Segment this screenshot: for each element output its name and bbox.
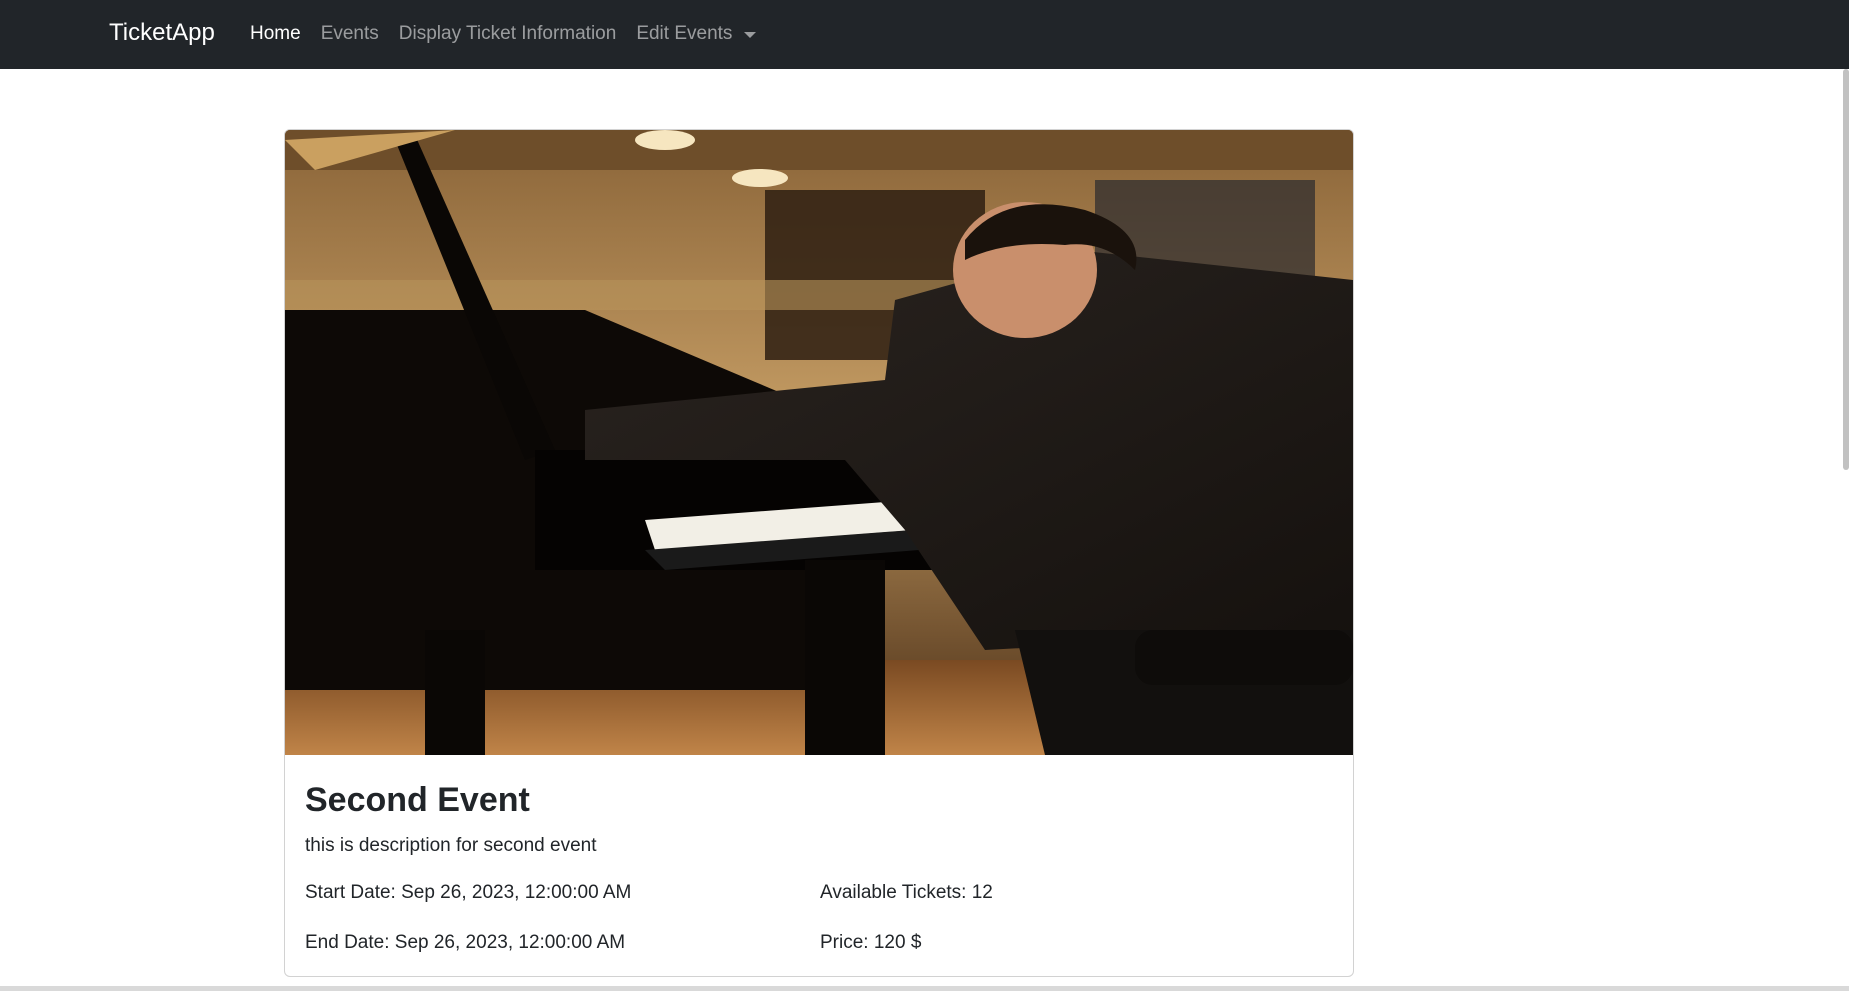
event-price: Price: 120 $ (820, 932, 922, 953)
nav-links: Home Events Display Ticket Information E… (250, 23, 776, 45)
nav-edit-events-dropdown[interactable]: Edit Events (636, 23, 757, 45)
event-available-tickets: Available Tickets: 12 (820, 882, 993, 903)
event-start-date: Start Date: Sep 26, 2023, 12:00:00 AM (305, 882, 632, 903)
vertical-scrollbar[interactable] (1843, 69, 1849, 470)
concert-pianist-photo-icon (285, 130, 1353, 755)
nav-events[interactable]: Events (321, 23, 379, 45)
navbar: TicketApp Home Events Display Ticket Inf… (0, 0, 1849, 69)
event-image (285, 130, 1353, 755)
nav-home[interactable]: Home (250, 23, 301, 45)
event-title: Second Event (305, 781, 530, 819)
info-row-1: Start Date: Sep 26, 2023, 12:00:00 AM Av… (305, 882, 1335, 904)
event-description: this is description for second event (305, 834, 597, 856)
nav-display-ticket-information[interactable]: Display Ticket Information (399, 23, 617, 45)
info-row-2: End Date: Sep 26, 2023, 12:00:00 AM Pric… (305, 932, 1335, 954)
event-card-body: Second Event this is description for sec… (305, 780, 1335, 857)
brand-link[interactable]: TicketApp (109, 19, 215, 47)
bottom-divider (0, 986, 1849, 991)
caret-down-icon (744, 32, 757, 38)
event-card: Second Event this is description for sec… (284, 129, 1354, 977)
event-end-date: End Date: Sep 26, 2023, 12:00:00 AM (305, 932, 626, 953)
nav-edit-events-label: Edit Events (636, 23, 733, 44)
